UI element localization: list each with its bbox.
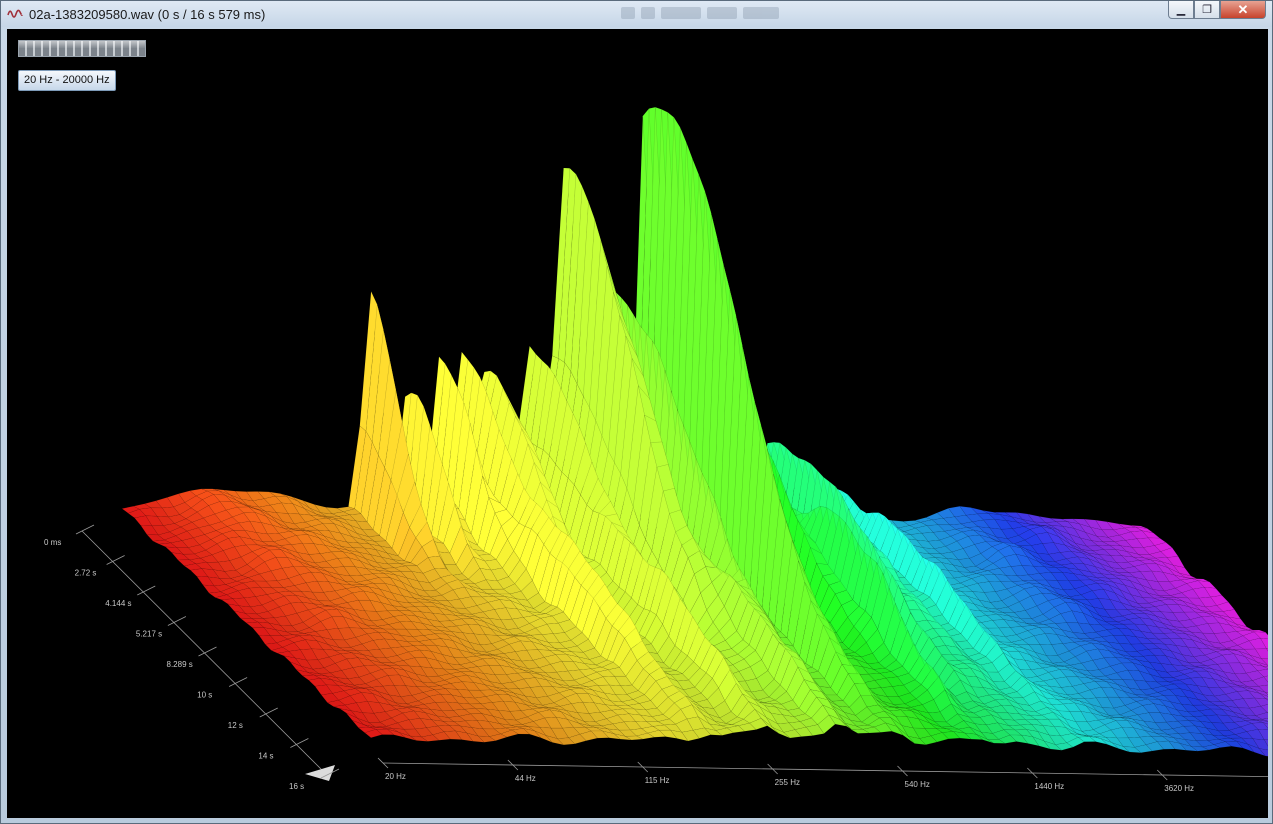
spectrogram-canvas[interactable]: 0 ms 2.72 s 4.144 s 5.217 s 8.289 s 10 s 12 s 1… bbox=[7, 29, 1268, 818]
time-tick-label: 0 ms bbox=[44, 538, 61, 547]
time-tick-label: 10 s bbox=[197, 691, 212, 700]
time-tick-label: 12 s bbox=[228, 721, 243, 730]
time-tick-label: 14 s bbox=[258, 752, 273, 761]
waveform-app-icon bbox=[7, 9, 23, 18]
position-slider[interactable] bbox=[18, 40, 146, 57]
title-bar[interactable]: 02a-1383209580.wav (0 s / 16 s 579 ms) ▁… bbox=[1, 1, 1272, 27]
frequency-tick-label: 540 Hz bbox=[905, 780, 930, 789]
window-title: 02a-1383209580.wav (0 s / 16 s 579 ms) bbox=[29, 7, 266, 22]
window-controls: ▁ ❐ ✕ bbox=[1168, 1, 1266, 21]
time-tick-label: 8.289 s bbox=[167, 660, 193, 669]
frequency-tick-label: 20 Hz bbox=[385, 772, 406, 781]
time-tick-label: 16 s bbox=[289, 782, 304, 791]
app-window: 02a-1383209580.wav (0 s / 16 s 579 ms) ▁… bbox=[0, 0, 1273, 824]
surface-mesh bbox=[121, 106, 1268, 757]
background-toolbar-ghost bbox=[621, 3, 891, 23]
time-tick-label: 4.144 s bbox=[105, 599, 131, 608]
minimize-button[interactable]: ▁ bbox=[1168, 1, 1194, 19]
frequency-range-button[interactable]: 20 Hz - 20000 Hz bbox=[18, 70, 116, 91]
maximize-button[interactable]: ❐ bbox=[1194, 1, 1220, 19]
frequency-tick-label: 255 Hz bbox=[775, 778, 800, 787]
close-button[interactable]: ✕ bbox=[1220, 1, 1266, 19]
frequency-tick-label: 3620 Hz bbox=[1164, 784, 1194, 793]
frequency-tick-label: 44 Hz bbox=[515, 774, 536, 783]
frequency-tick-label: 1440 Hz bbox=[1034, 782, 1064, 791]
time-tick-label: 5.217 s bbox=[136, 630, 162, 639]
spectrogram-3d-plot: 0 ms 2.72 s 4.144 s 5.217 s 8.289 s 10 s 12 s 1… bbox=[44, 106, 1268, 793]
time-tick-label: 2.72 s bbox=[75, 569, 97, 578]
frequency-tick-label: 115 Hz bbox=[645, 776, 670, 785]
